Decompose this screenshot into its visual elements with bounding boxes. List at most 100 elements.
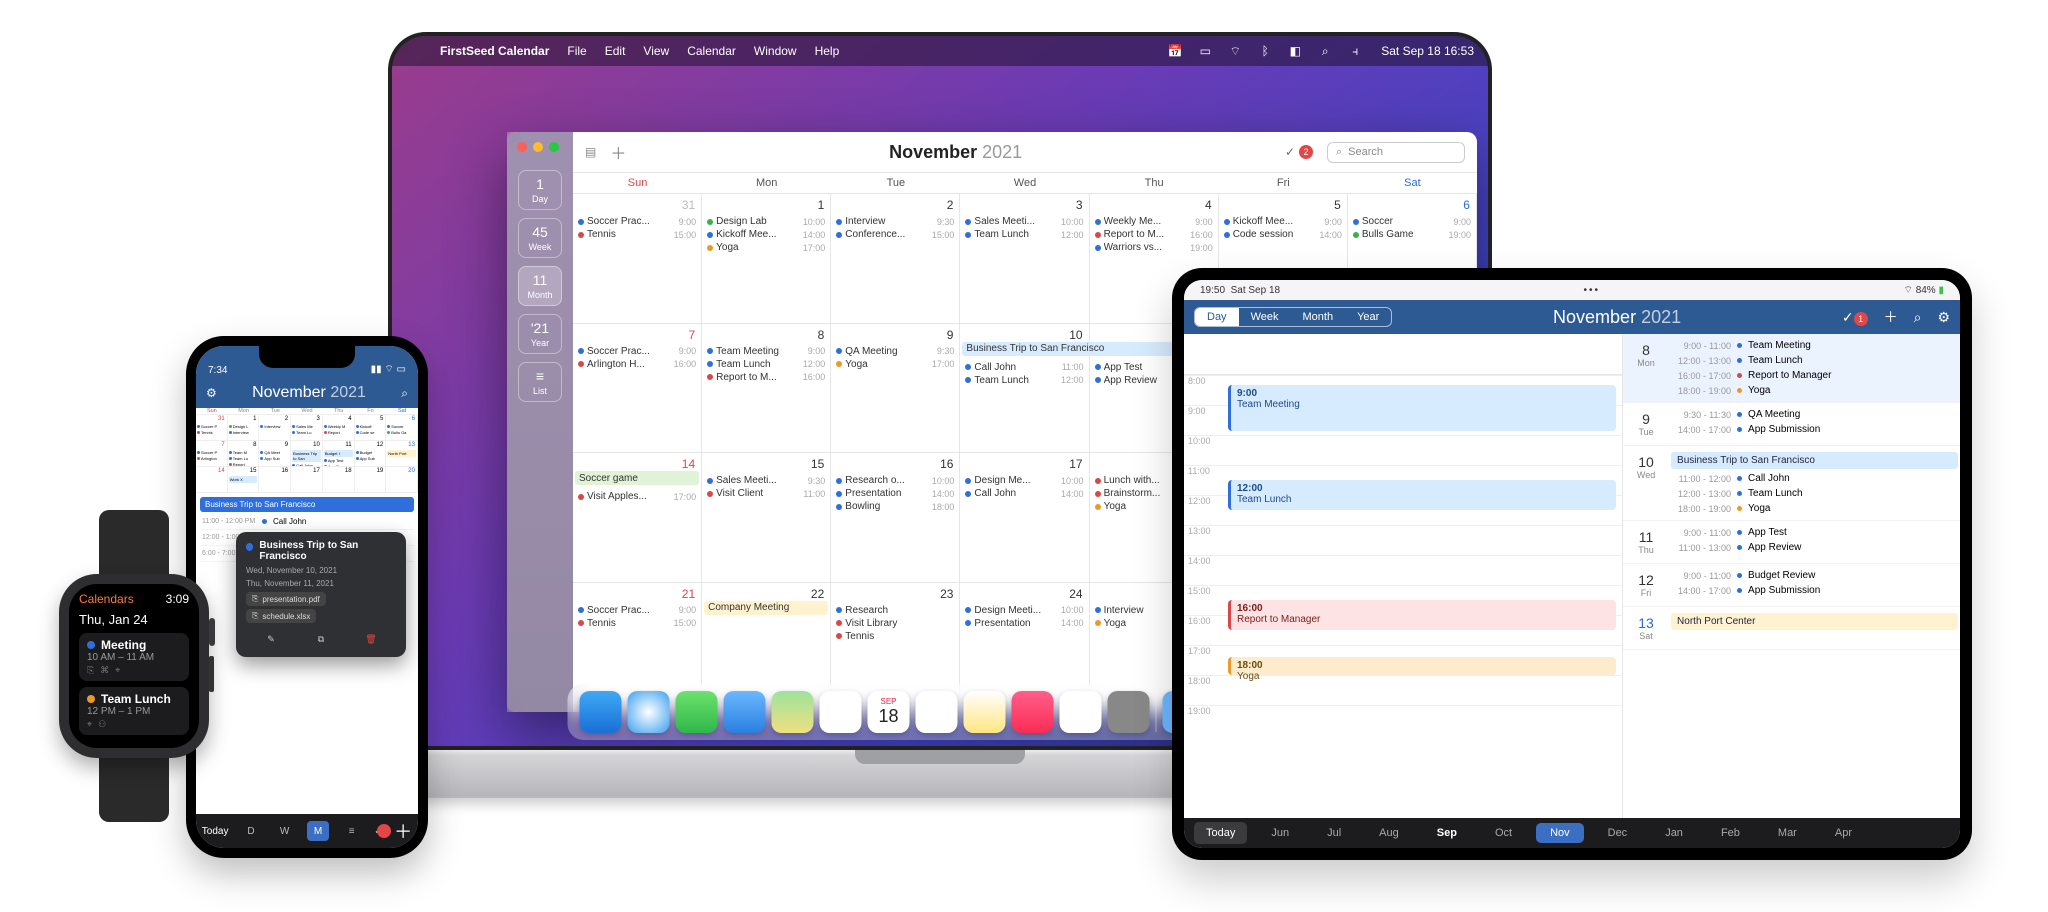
month-tab[interactable]: Jun <box>1257 823 1303 843</box>
day-cell[interactable]: 15Sales Meeti...9:30Visit Client11:00 <box>702 453 831 583</box>
allday-event[interactable]: Company Meeting <box>704 601 828 615</box>
list-view-button[interactable]: ≡ <box>341 821 363 841</box>
mac-menu-calendar[interactable]: Calendar <box>687 44 736 58</box>
mini-day-cell[interactable]: 1Design LInterview <box>228 414 260 440</box>
day-timeline[interactable]: 8:009:0010:0011:0012:0013:0014:0015:0016… <box>1184 334 1623 818</box>
today-button[interactable]: Today <box>1194 822 1247 844</box>
agenda-day[interactable]: 9Tue9:30 - 11:30QA Meeting14:00 - 17:00A… <box>1623 403 1960 446</box>
close-window-button[interactable] <box>517 142 527 152</box>
timeline-event[interactable]: 18:00 Yoga <box>1228 657 1616 675</box>
month-tab[interactable]: Apr <box>1821 823 1866 843</box>
dock-mail-icon[interactable] <box>724 691 766 733</box>
seg-month[interactable]: Month <box>1290 308 1345 326</box>
dock-messages-icon[interactable] <box>676 691 718 733</box>
menubar-wifi-icon[interactable]: ⌔ <box>1227 43 1243 59</box>
event-row[interactable]: Kickoff Mee...14:00 <box>707 229 825 240</box>
agenda-event[interactable]: 18:00 - 19:00Yoga <box>1669 501 1960 516</box>
day-cell[interactable]: 2Interview9:30Conference...15:00 <box>831 194 960 324</box>
menubar-spotlight-icon[interactable]: ⌕ <box>1317 43 1333 59</box>
mac-app-name[interactable]: FirstSeed Calendar <box>440 44 549 58</box>
delete-icon[interactable]: 🗑 <box>361 629 381 649</box>
event-row[interactable]: Tennis15:00 <box>578 229 696 240</box>
event-row[interactable]: Call John14:00 <box>965 488 1083 499</box>
attachment-2[interactable]: ⎘schedule.xlsx <box>246 609 316 623</box>
search-icon[interactable]: ⌕ <box>1914 309 1922 326</box>
month-tab[interactable]: Feb <box>1707 823 1754 843</box>
agenda-event[interactable]: 12:00 - 13:00Team Lunch <box>1669 353 1960 368</box>
event-row[interactable]: Kickoff Mee...9:00 <box>1224 216 1342 227</box>
mini-day-cell[interactable]: 3Sales MeTeam Lu <box>291 414 323 440</box>
day-cell[interactable]: 10Business Trip to San FranciscoCall Joh… <box>960 324 1089 454</box>
add-event-button[interactable]: ＋ <box>1884 307 1898 327</box>
agenda-day[interactable]: 13SatNorth Port Center <box>1623 607 1960 650</box>
mini-day-cell[interactable]: 13North Port <box>386 440 418 466</box>
event-row[interactable]: Team Lunch12:00 <box>707 359 825 370</box>
view-list-button[interactable]: ≡List <box>518 362 562 402</box>
event-row[interactable]: Presentation14:00 <box>836 488 954 499</box>
mini-day-cell[interactable]: 10Business Trip to SanCall JohnTeam Lu <box>291 440 323 466</box>
watch-screen[interactable]: Calendars 3:09 Thu, Jan 24 Meeting10 AM … <box>69 584 199 748</box>
today-button[interactable]: Today <box>202 826 229 837</box>
search-input[interactable]: ⌕ Search <box>1327 142 1465 163</box>
month-tab[interactable]: Aug <box>1365 823 1413 843</box>
event-row[interactable]: Arlington H...16:00 <box>578 359 696 370</box>
event-row[interactable]: Soccer Prac...9:00 <box>578 605 696 616</box>
event-row[interactable]: QA Meeting9:30 <box>836 346 954 357</box>
event-row[interactable]: Team Lunch12:00 <box>965 375 1083 386</box>
mini-day-cell[interactable]: 14 <box>196 466 228 492</box>
month-tab[interactable]: Dec <box>1594 823 1642 843</box>
mini-day-cell[interactable]: 2Interview <box>259 414 291 440</box>
menubar-bluetooth-icon[interactable]: ᛒ <box>1257 43 1273 59</box>
agenda-day[interactable]: 12Fri9:00 - 11:00Budget Review14:00 - 17… <box>1623 564 1960 607</box>
event-row[interactable]: Interview9:30 <box>836 216 954 227</box>
agenda-day[interactable]: 11Thu9:00 - 11:00App Test11:00 - 13:00Ap… <box>1623 521 1960 564</box>
day-cell[interactable]: 31Soccer Prac...9:00Tennis15:00 <box>573 194 702 324</box>
agenda-day[interactable]: 8Mon9:00 - 11:00Team Meeting12:00 - 13:0… <box>1623 334 1960 403</box>
mini-day-cell[interactable]: 9QA MeetApp Sub <box>259 440 291 466</box>
view-week-button[interactable]: 45Week <box>518 218 562 258</box>
event-row[interactable]: Team Meeting9:00 <box>707 346 825 357</box>
agenda-event[interactable]: 16:00 - 17:00Report to Manager <box>1669 368 1960 383</box>
month-tab[interactable]: Oct <box>1481 823 1526 843</box>
agenda-event[interactable]: 11:00 - 12:00 PMCall John <box>200 514 414 530</box>
mini-day-cell[interactable]: 11Budget IApp TestApp Rev <box>323 440 355 466</box>
mini-day-cell[interactable]: 12BudgetApp Sub <box>355 440 387 466</box>
event-row[interactable]: Warriors vs...19:00 <box>1095 242 1213 253</box>
mini-day-cell[interactable]: 15Work X <box>228 466 260 492</box>
view-year-button[interactable]: '21Year <box>518 314 562 354</box>
menubar-clock[interactable]: Sat Sep 18 16:53 <box>1381 44 1474 58</box>
mini-day-cell[interactable]: 17 <box>291 466 323 492</box>
agenda-event[interactable]: 11:00 - 13:00App Review <box>1669 540 1960 555</box>
reminders-badge[interactable]: ✓ <box>374 826 382 837</box>
minimize-window-button[interactable] <box>533 142 543 152</box>
add-event-button[interactable]: ＋ <box>394 818 412 844</box>
month-tab[interactable]: Sep <box>1423 823 1471 843</box>
zoom-window-button[interactable] <box>549 142 559 152</box>
view-segmented-control[interactable]: Day Week Month Year <box>1194 307 1392 327</box>
day-cell[interactable]: 1Design Lab10:00Kickoff Mee...14:00Yoga1… <box>702 194 831 324</box>
day-cell[interactable]: 3Sales Meeti...10:00Team Lunch12:00 <box>960 194 1089 324</box>
mac-menu-help[interactable]: Help <box>815 44 840 58</box>
sidebar-toggle-icon[interactable]: ▤ <box>585 145 596 159</box>
day-cell[interactable]: 14Soccer gameVisit Apples...17:00 <box>573 453 702 583</box>
event-row[interactable]: Design Me...10:00 <box>965 475 1083 486</box>
menubar-calendar-icon[interactable]: 📅 <box>1167 43 1183 59</box>
event-row[interactable]: Visit Client11:00 <box>707 488 825 499</box>
event-row[interactable]: Bulls Game19:00 <box>1353 229 1471 240</box>
timeline-event[interactable]: 9:00Team Meeting <box>1228 385 1616 431</box>
mini-day-cell[interactable]: 16 <box>259 466 291 492</box>
dock-photos-icon[interactable] <box>820 691 862 733</box>
month-tab[interactable]: Mar <box>1764 823 1811 843</box>
event-row[interactable]: Yoga17:00 <box>836 359 954 370</box>
settings-icon[interactable]: ⚙ <box>206 386 217 400</box>
digital-crown[interactable] <box>209 618 215 646</box>
mini-day-cell[interactable]: 31Soccer PTennis <box>196 414 228 440</box>
dock-reminders-icon[interactable] <box>916 691 958 733</box>
event-row[interactable]: Report to M...16:00 <box>707 372 825 383</box>
edit-icon[interactable]: ✎ <box>261 629 281 649</box>
menubar-controlcenter-icon[interactable]: ⫞ <box>1347 43 1363 59</box>
mac-menu-window[interactable]: Window <box>754 44 797 58</box>
view-day-button[interactable]: 1Day <box>518 170 562 210</box>
month-scroller[interactable]: Today JunJulAugSepOctNovDecJanFebMarApr <box>1184 818 1960 848</box>
agenda-event[interactable]: 14:00 - 17:00App Submission <box>1669 422 1960 437</box>
